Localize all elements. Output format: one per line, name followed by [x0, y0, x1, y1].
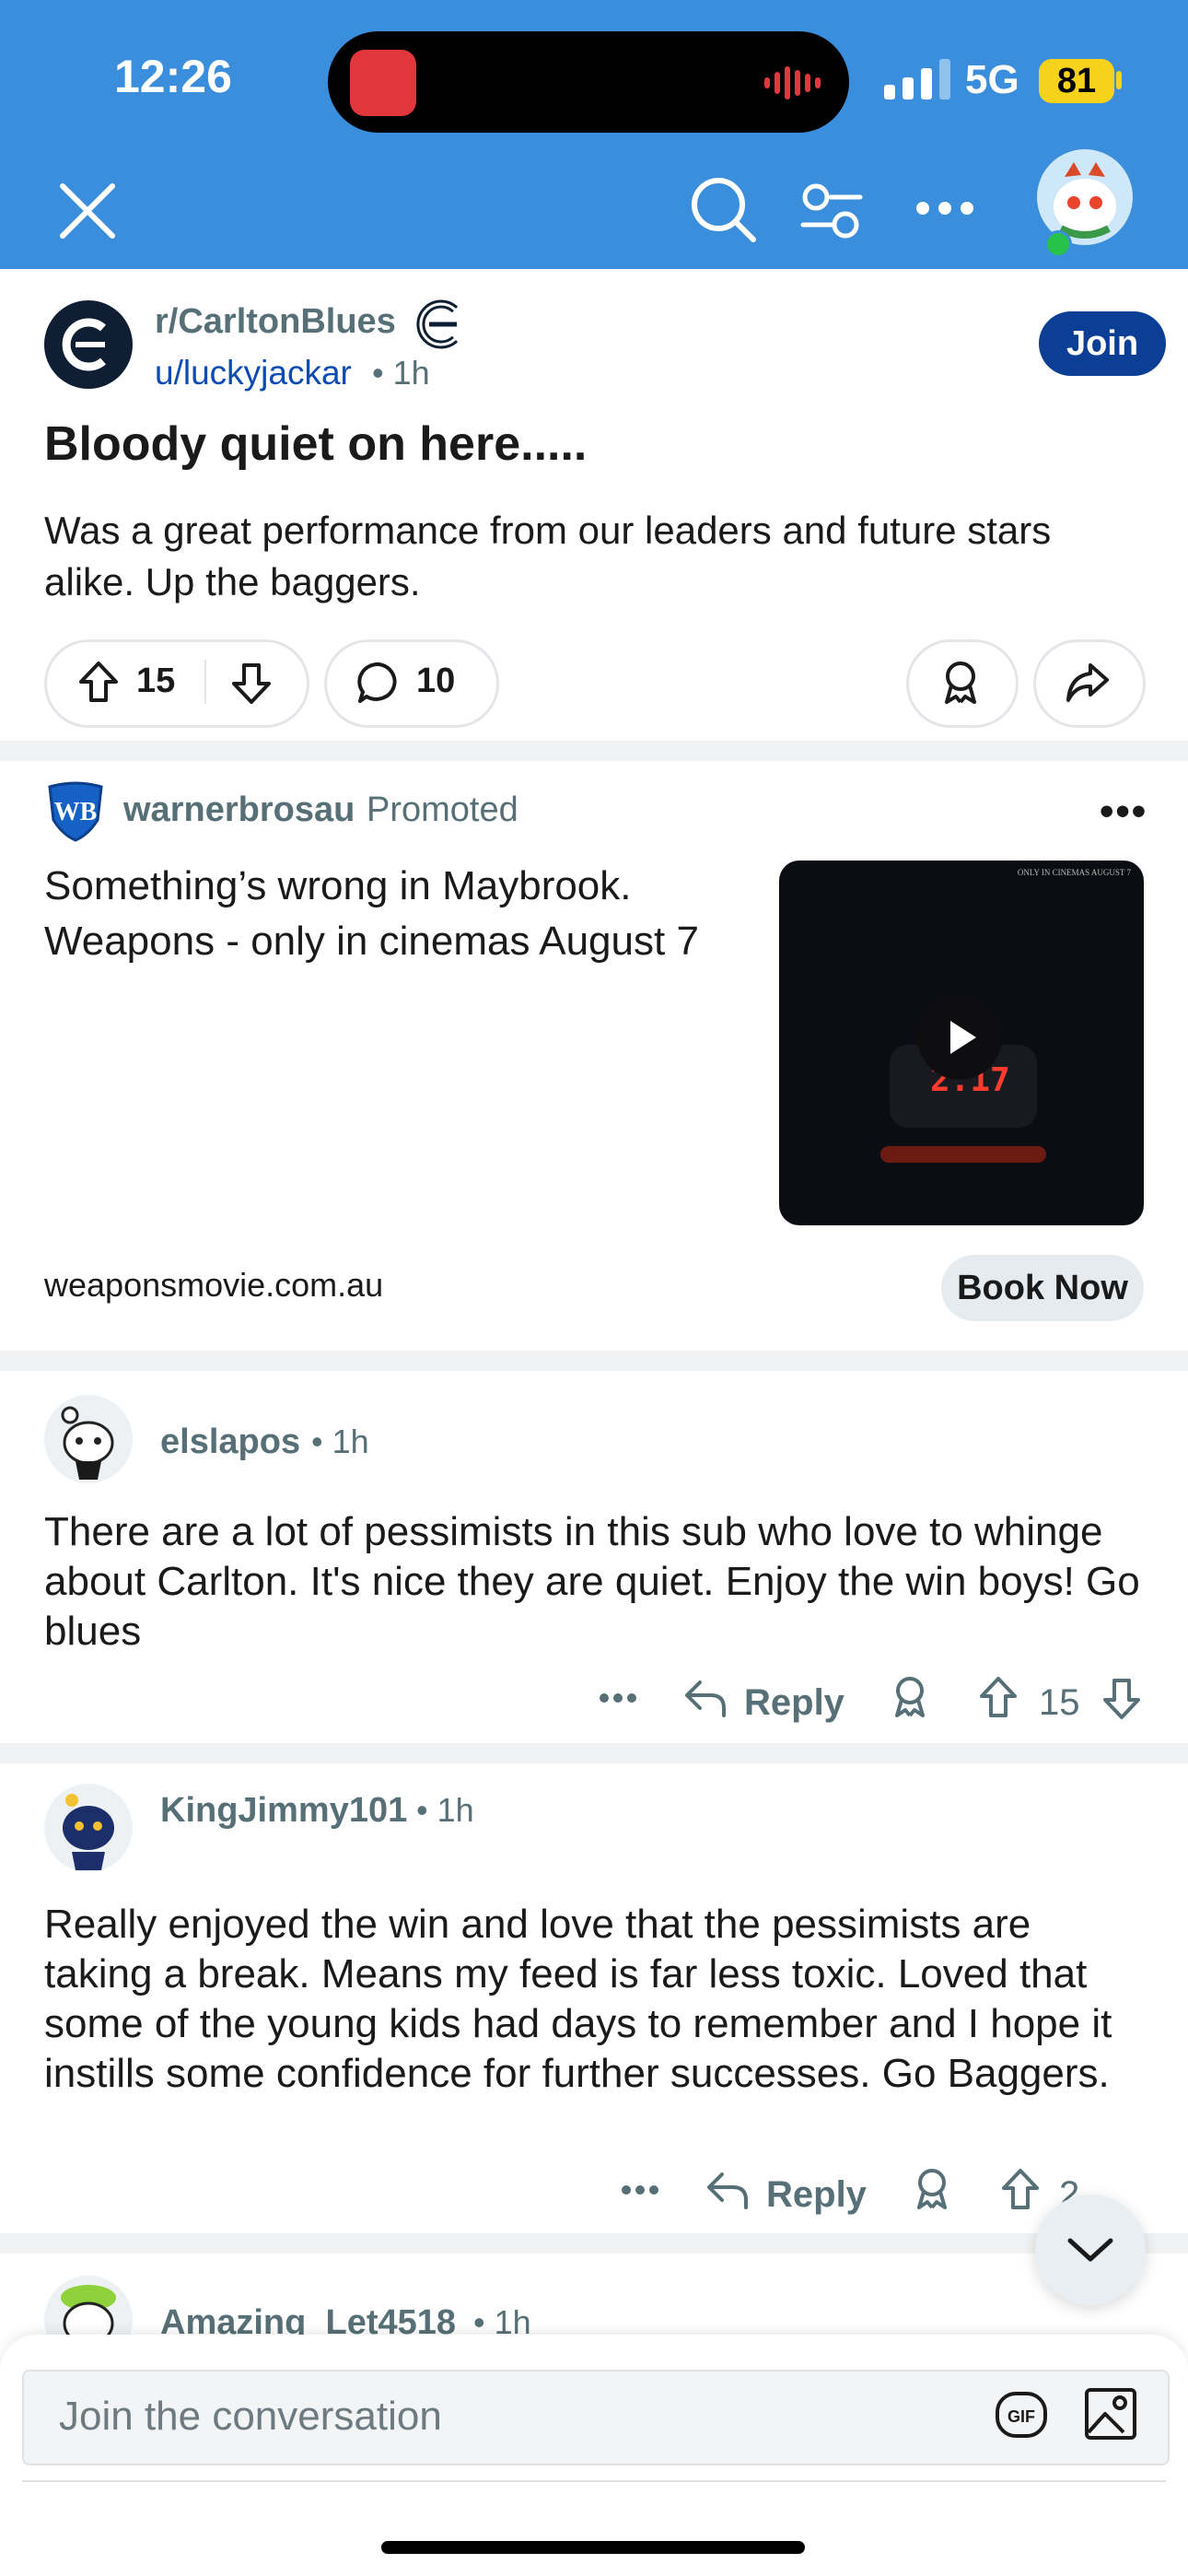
ad-headline[interactable]: Something’s wrong in Maybrook. Weapons -…: [44, 859, 763, 969]
downvote-icon[interactable]: [230, 662, 273, 706]
play-icon: [950, 1021, 976, 1054]
snoo-avatar-icon: [1054, 162, 1116, 239]
gif-label: GIF: [1007, 2407, 1035, 2426]
cellular-signal-icon: [884, 59, 950, 100]
ad-more-options-icon[interactable]: •••: [1100, 789, 1147, 835]
ad-thumb-banner: ONLY IN CINEMAS AUGUST 7: [1017, 868, 1131, 877]
comment-body: There are a lot of pessimists in this su…: [44, 1509, 1140, 1654]
promoted-label: Promoted: [367, 790, 518, 829]
downvote-icon[interactable]: [1101, 1677, 1142, 1721]
user-avatar[interactable]: [1037, 149, 1133, 245]
post-title: Bloody quiet on here.....: [44, 417, 588, 471]
status-time: 12:26: [114, 51, 232, 102]
section-divider: [0, 1743, 1188, 1763]
more-options-icon[interactable]: [915, 199, 974, 217]
gif-icon[interactable]: GIF: [995, 2388, 1048, 2441]
reply-button[interactable]: Reply: [766, 2174, 867, 2216]
next-comment-button[interactable]: [1035, 2195, 1146, 2305]
comments-button[interactable]: [324, 639, 499, 728]
vote-count: 15: [136, 662, 176, 700]
upvote-icon[interactable]: [978, 1675, 1019, 1719]
book-now-button[interactable]: Book Now: [941, 1255, 1144, 1321]
subreddit-flair-icon: [416, 299, 459, 349]
close-icon[interactable]: [57, 181, 118, 241]
commenter-avatar[interactable]: [44, 1784, 133, 1872]
comment-vote-count: 15: [1039, 1682, 1080, 1723]
comment-more-icon[interactable]: [599, 1692, 637, 1704]
comment-time: • 1h: [311, 1423, 369, 1460]
vote-divider: [204, 660, 206, 704]
subreddit-avatar[interactable]: [44, 300, 133, 389]
composer-divider: [22, 2480, 1166, 2482]
comment-count: 10: [416, 662, 456, 700]
ad-url[interactable]: weaponsmovie.com.au: [44, 1266, 383, 1305]
ad-video-thumbnail[interactable]: ONLY IN CINEMAS AUGUST 7 2:17: [779, 861, 1144, 1225]
network-type: 5G: [965, 57, 1019, 102]
award-icon[interactable]: [890, 1675, 930, 1719]
comment-time: • 1h: [416, 1791, 474, 1829]
warner-bros-logo-icon[interactable]: WB: [44, 779, 107, 842]
now-playing-thumbnail: [350, 50, 416, 116]
commenter-avatar[interactable]: [44, 1395, 133, 1483]
post-time: • 1h: [372, 354, 430, 392]
upvote-icon[interactable]: [77, 660, 120, 704]
section-divider: [0, 741, 1188, 761]
share-icon: [1066, 663, 1109, 702]
comment-more-icon[interactable]: [621, 2184, 659, 2196]
section-divider: [0, 1351, 1188, 1371]
snoo-avatar-icon: [63, 1794, 114, 1870]
chevron-down-icon: [1067, 2238, 1113, 2262]
reply-icon: [707, 2172, 748, 2209]
online-status-dot: [1044, 230, 1072, 258]
sort-filter-icon[interactable]: [799, 181, 864, 241]
clock-glow: [880, 1146, 1046, 1163]
comment-author[interactable]: KingJimmy101: [160, 1791, 407, 1831]
battery-level: 81: [1039, 59, 1114, 103]
battery-tip: [1116, 71, 1122, 89]
post-author[interactable]: u/luckyjackar: [155, 354, 352, 392]
play-button[interactable]: [917, 995, 1002, 1080]
subreddit-name[interactable]: r/CarltonBlues: [155, 302, 396, 342]
svg-text:WB: WB: [54, 798, 98, 826]
comment-bubble-icon: [357, 662, 397, 703]
carlton-logo-icon: [62, 318, 106, 371]
audio-waveform-icon: [764, 66, 821, 100]
award-icon[interactable]: [912, 2167, 952, 2211]
comment-input-placeholder: Join the conversation: [59, 2394, 442, 2439]
search-icon[interactable]: [689, 175, 759, 245]
snoo-avatar-icon: [61, 1406, 114, 1480]
reply-button[interactable]: Reply: [744, 1682, 844, 1724]
image-upload-icon[interactable]: [1083, 2386, 1138, 2441]
advertiser-name[interactable]: warnerbrosau: [123, 790, 355, 830]
award-icon: [945, 662, 976, 704]
home-indicator[interactable]: [381, 2541, 805, 2554]
comment-author[interactable]: elslapos: [160, 1423, 300, 1462]
comment-body: Really enjoyed the win and love that the…: [44, 1902, 1112, 2096]
reply-icon: [685, 1680, 726, 1717]
section-divider: [0, 2233, 1188, 2254]
join-button[interactable]: Join: [1039, 311, 1166, 376]
post-body: Was a great performance from our leaders…: [44, 509, 1052, 603]
